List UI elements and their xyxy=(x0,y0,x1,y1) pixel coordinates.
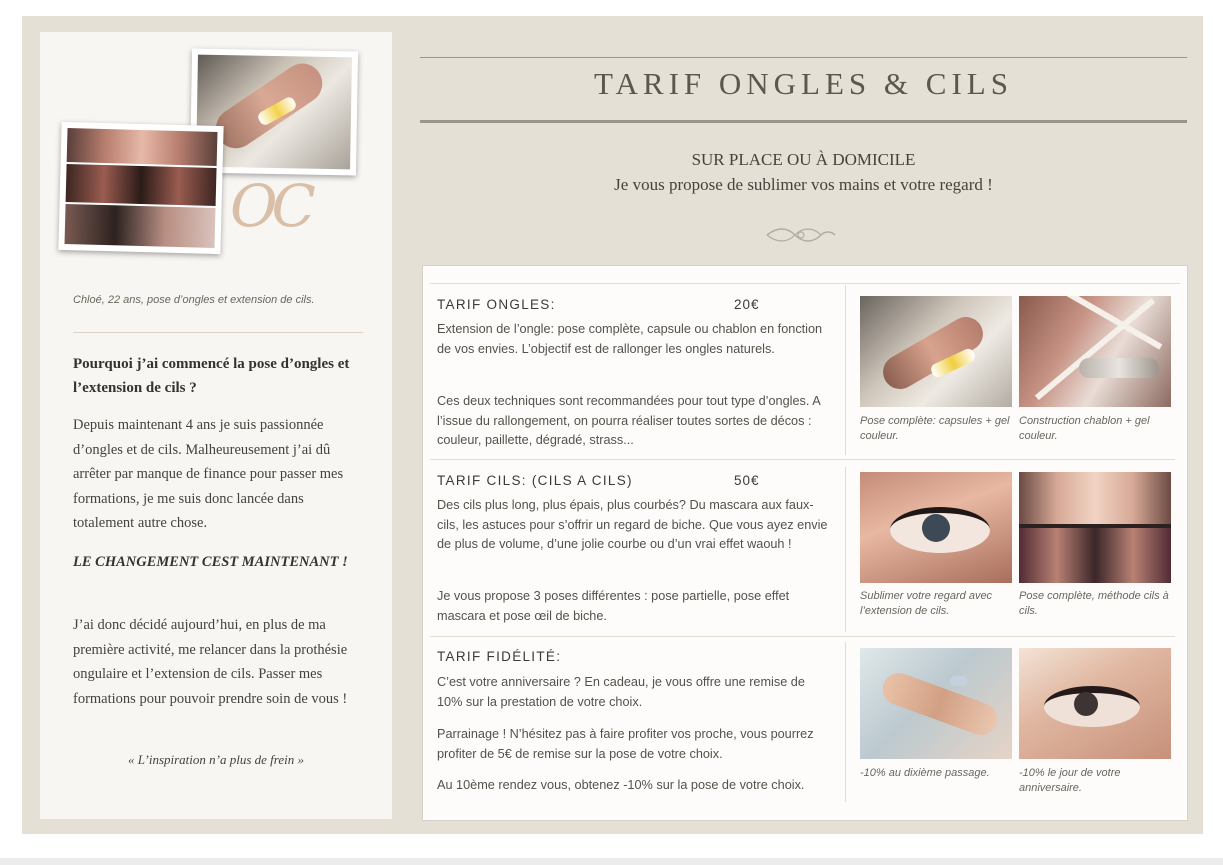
eye-strip-top xyxy=(66,128,218,166)
nails-description-1: Extension de l’ongle: pose complète, cap… xyxy=(437,322,823,356)
eyes-photo xyxy=(58,121,224,255)
story-paragraph-2: J’ai donc décidé aujourd’hui, en plus de… xyxy=(73,617,348,707)
loyalty-birthday-offer: C’est votre anniversaire ? En cadeau, je… xyxy=(437,675,805,709)
nails-section-title: TARIF ONGLES: xyxy=(437,297,556,312)
lash-extension-photo xyxy=(860,472,1012,583)
lashes-price: 50€ xyxy=(734,473,760,488)
tenth-visit-caption: -10% au dixième passage. xyxy=(860,767,990,779)
loyalty-tenth-visit-offer: Au 10ème rendez vous, obtenez -10% sur l… xyxy=(437,778,805,792)
nails-price: 20€ xyxy=(734,297,760,312)
top-rule xyxy=(420,57,1187,58)
lashes-section-title: TARIF CILS: (CILS A CILS) xyxy=(437,473,633,488)
inspiration-quote: « L’inspiration n’a plus de frein » xyxy=(128,752,304,767)
page-title: TARIF ONGLES & CILS xyxy=(594,66,1013,101)
eye-strip-middle xyxy=(65,164,217,206)
story-paragraph-1: Depuis maintenant 4 ans je suis passionn… xyxy=(73,417,344,531)
change-callout: Le changement cest maintenant ! xyxy=(73,554,348,570)
lashes-description-1: Des cils plus long, plus épais, plus cou… xyxy=(437,498,828,551)
divider xyxy=(73,332,363,333)
nails-chablon-caption: Construction chablon + gel couleur. xyxy=(1019,415,1150,442)
nails-description-2: Ces deux techniques sont recommandées po… xyxy=(437,394,820,447)
lash-extension-caption: Sublimer votre regard avec l’extension d… xyxy=(860,590,993,617)
lash-full-set-photo xyxy=(1019,472,1171,583)
title-underline xyxy=(420,120,1187,123)
eye-strip-bottom xyxy=(64,204,216,248)
section-divider xyxy=(430,636,1175,637)
column-divider xyxy=(845,467,846,632)
lashes-description-2: Je vous propose 3 poses différentes : po… xyxy=(437,589,790,623)
left-panel: OC Chloé, 22 ans, pose d’ongles et exten… xyxy=(40,32,392,819)
tagline: Je vous propose de sublimer vos mains et… xyxy=(614,175,993,194)
nails-full-set-photo xyxy=(860,296,1012,407)
column-divider xyxy=(845,642,846,802)
section-divider xyxy=(430,459,1175,460)
lash-full-set-caption: Pose complète, méthode cils à cils. xyxy=(1019,590,1169,617)
price-card: TARIF ONGLES: 20€ Extension de l’ongle: … xyxy=(423,266,1187,820)
loyalty-section-title: TARIF FIDÉLITÉ: xyxy=(437,649,562,664)
birthday-caption: -10% le jour de votre anniversaire. xyxy=(1019,767,1121,794)
column-divider xyxy=(845,285,846,455)
lash-closeup-photo xyxy=(1019,648,1171,759)
nails-full-set-caption: Pose complète: capsules + gel couleur. xyxy=(860,415,1010,442)
page-bottom-edge xyxy=(0,858,1223,865)
service-location: SUR PLACE OU À DOMICILE xyxy=(691,150,916,169)
why-heading: Pourquoi j’ai commencé la pose d’ongles … xyxy=(73,356,350,396)
profile-caption: Chloé, 22 ans, pose d’ongles et extensio… xyxy=(73,294,315,306)
flourish-ornament xyxy=(766,228,836,242)
loyalty-referral-offer: Parrainage ! N’hésitez pas à faire profi… xyxy=(437,727,814,761)
manicure-photo xyxy=(860,648,1012,759)
nails-chablon-photo xyxy=(1019,296,1171,407)
monogram-logo: OC xyxy=(230,172,316,240)
